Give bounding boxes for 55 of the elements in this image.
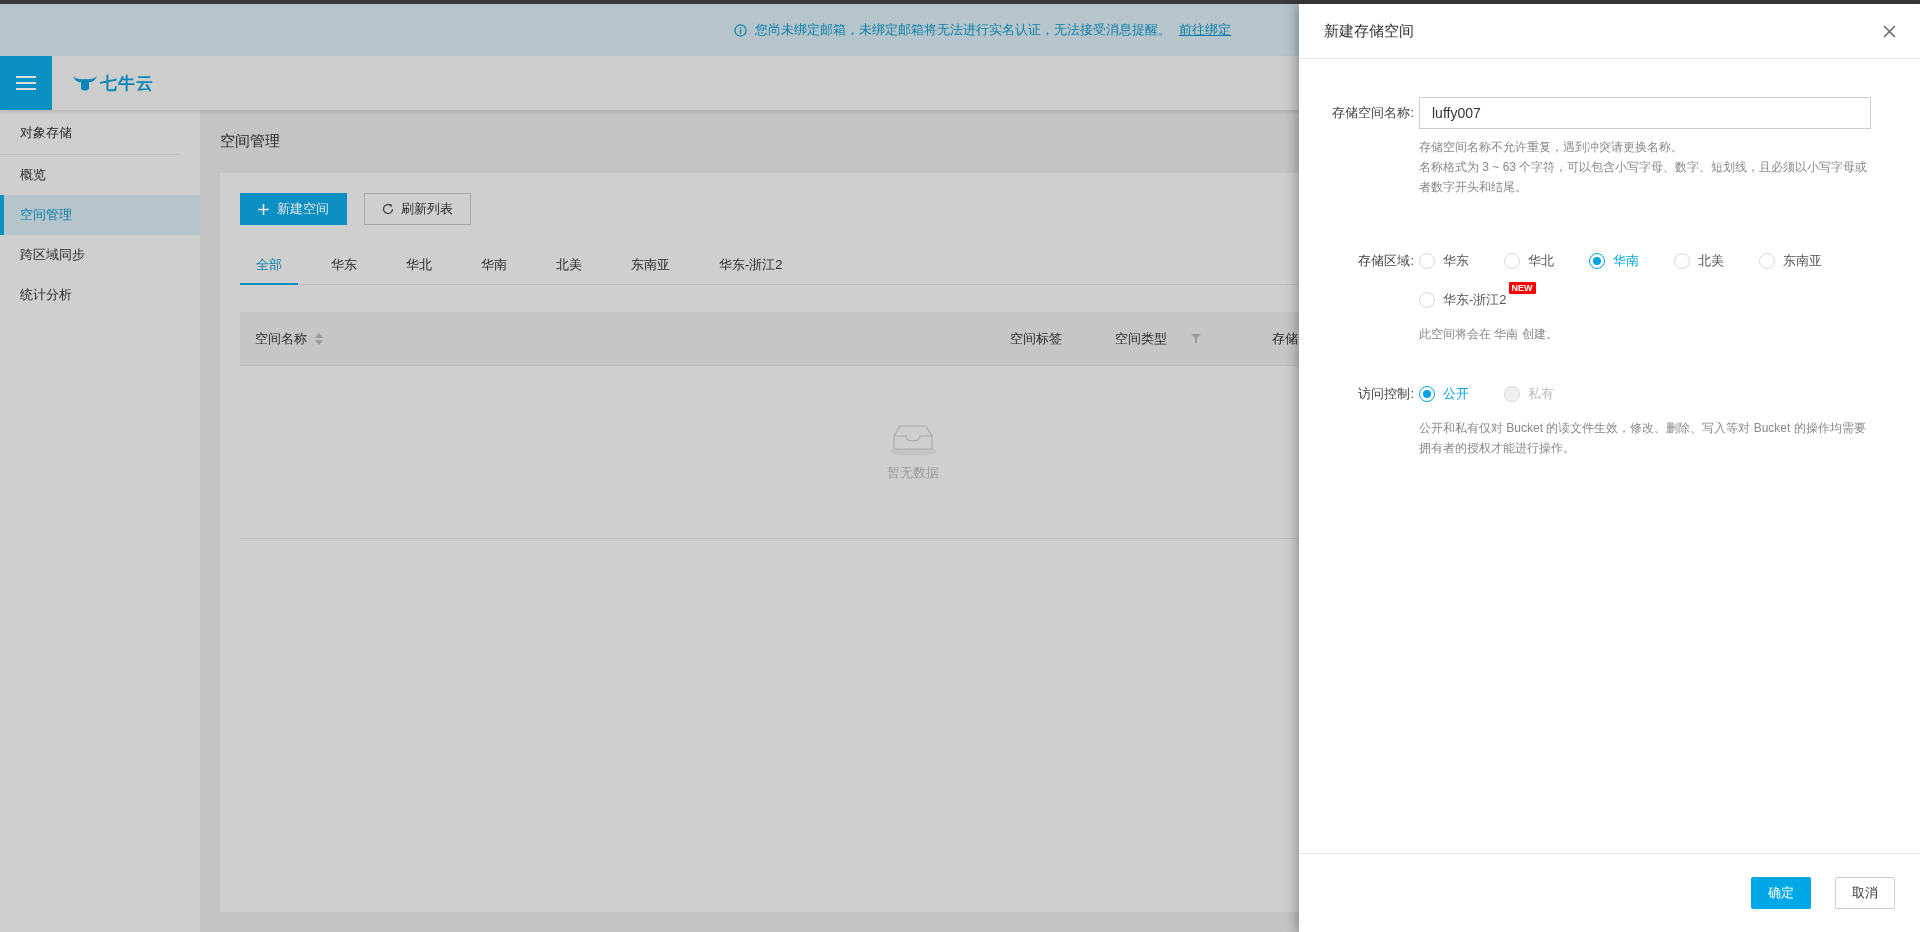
notice-text: 您尚未绑定邮箱，未绑定邮箱将无法进行实名认证，无法接受消息提醒。 — [755, 21, 1171, 39]
column-header: 空间类型 — [1115, 329, 1167, 348]
refresh-button[interactable]: 刷新列表 — [364, 193, 471, 225]
region-tab[interactable]: 华东-浙江2 — [703, 246, 799, 285]
radio-button[interactable] — [1589, 253, 1605, 269]
close-icon — [1883, 24, 1896, 38]
radio-label: 华北 — [1528, 252, 1554, 270]
sidebar-item[interactable]: 统计分析 — [0, 275, 200, 315]
drawer-title: 新建存储空间 — [1324, 21, 1414, 41]
info-icon — [734, 23, 747, 37]
sidebar-item[interactable]: 概览 — [0, 155, 200, 195]
bucket-name-field[interactable]: luffy007 — [1419, 97, 1871, 129]
radio-label: 华东 — [1443, 252, 1469, 270]
radio-button[interactable] — [1419, 386, 1435, 402]
radio-label: 华东-浙江2 — [1443, 291, 1507, 309]
help-text: 存储空间名称不允许重复，遇到冲突请更换名称。 — [1419, 139, 1684, 156]
radio-option[interactable]: 华东-浙江2 NEW — [1419, 284, 1536, 316]
field-label: 访问控制: — [1357, 385, 1414, 403]
plus-icon — [258, 203, 269, 215]
bull-logo-icon — [72, 74, 98, 92]
radio-label: 华南 — [1613, 252, 1639, 270]
region-tab[interactable]: 东南亚 — [615, 246, 686, 285]
sort-icon[interactable] — [315, 332, 323, 345]
page-title: 空间管理 — [220, 131, 280, 151]
menu-button[interactable] — [0, 56, 52, 110]
refresh-icon — [382, 203, 394, 215]
column-header: 存储 — [1272, 329, 1298, 348]
logo-text: 七牛云 — [100, 72, 154, 95]
new-badge: NEW — [1508, 282, 1536, 294]
sidebar-section-title: 对象存储 — [0, 120, 180, 155]
region-tab[interactable]: 华北 — [390, 246, 448, 285]
menu-icon — [16, 75, 36, 91]
radio-option[interactable]: 北美 — [1674, 245, 1759, 277]
close-button[interactable] — [1883, 24, 1896, 38]
region-tab[interactable]: 华南 — [465, 246, 523, 285]
sidebar-item[interactable]: 跨区域同步 — [0, 235, 200, 275]
column-header: 空间标签 — [1010, 329, 1062, 348]
radio-label: 私有 — [1528, 385, 1554, 403]
radio-option[interactable]: 华北 — [1504, 245, 1589, 277]
filter-icon[interactable] — [1191, 334, 1201, 343]
region-tab[interactable]: 华东 — [315, 246, 373, 285]
radio-label: 北美 — [1698, 252, 1724, 270]
help-text: 公开和私有仅对 Bucket 的读文件生效，修改、删除、写入等对 Bucket 的操作均需要拥有者的授权才能进行操作。 — [1419, 420, 1867, 457]
help-text: 此空间将会在 华南 创建。 — [1419, 326, 1559, 343]
radio-label: 公开 — [1443, 385, 1469, 403]
field-label: 存储区域: — [1357, 252, 1414, 270]
radio-option[interactable]: 华东 — [1419, 245, 1504, 277]
region-tab[interactable]: 北美 — [540, 246, 598, 285]
help-text: 名称格式为 3 ~ 63 个字符，可以包含小写字母、数字、短划线，且必须以小写字母或者数字开头和结尾。 — [1419, 159, 1869, 196]
radio-label: 东南亚 — [1783, 252, 1822, 270]
radio-option[interactable]: 东南亚 — [1759, 245, 1844, 277]
empty-inbox-icon — [889, 422, 937, 456]
field-label: 存储空间名称: — [1331, 104, 1414, 122]
cancel-button[interactable]: 取消 — [1835, 877, 1895, 909]
column-header: 空间名称 — [255, 329, 307, 348]
